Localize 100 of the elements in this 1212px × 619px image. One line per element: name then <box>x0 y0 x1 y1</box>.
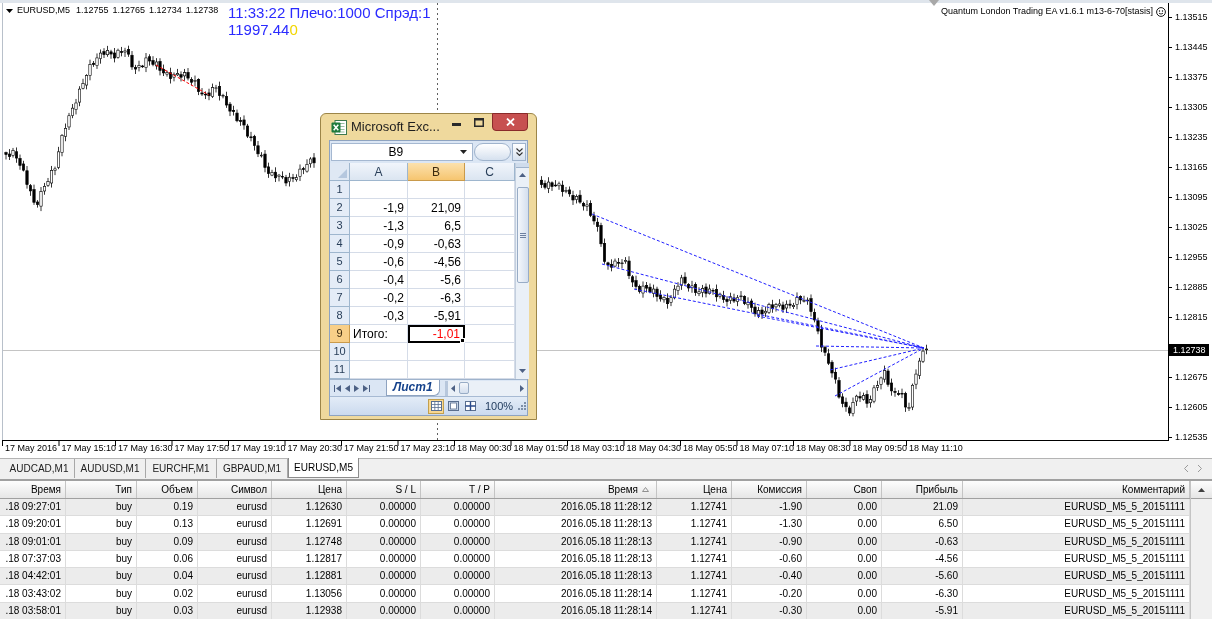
scroll-up-icon <box>1198 487 1205 492</box>
row-header[interactable]: 10 <box>330 343 350 361</box>
spreadsheet-cell[interactable]: -1,9 <box>350 199 408 217</box>
formula-field[interactable] <box>473 143 512 161</box>
page-break-view-button[interactable] <box>462 398 478 414</box>
row-header[interactable]: 4 <box>330 235 350 253</box>
column-header[interactable]: C <box>465 163 515 181</box>
sheet-tab[interactable]: Лист1 <box>386 379 440 396</box>
zoom-level[interactable]: 100% <box>485 399 514 413</box>
table-cell: 0.00000 <box>421 533 495 550</box>
scroll-up-button[interactable] <box>1191 481 1212 499</box>
spreadsheet-cell[interactable]: -6,3 <box>408 289 465 307</box>
page-layout-view-button[interactable] <box>445 398 461 414</box>
previous-sheet-icon[interactable] <box>345 384 350 392</box>
table-row[interactable]: .18 09:27:01 buy 0.19 eurusd 1.12630 0.00000 0.00000 2016.05.18 11:28:12 1.12741 -1.90 0.00 21.09 EURUSD_M5_5_20151111 <box>0 499 1190 517</box>
spreadsheet-cell[interactable]: -0,2 <box>350 289 408 307</box>
spreadsheet-cell[interactable] <box>350 181 408 199</box>
table-cell: 0.00000 <box>347 499 421 516</box>
column-header[interactable]: Объем <box>137 481 198 498</box>
fill-handle-icon[interactable] <box>460 338 465 343</box>
spreadsheet-cell[interactable]: -4,56 <box>408 253 465 271</box>
scroll-right-icon[interactable] <box>1198 465 1202 472</box>
table-cell: 1.12741 <box>657 585 732 602</box>
table-row[interactable]: .18 09:20:01 buy 0.13 eurusd 1.12691 0.00000 0.00000 2016.05.18 11:28:13 1.12741 -1.30 0.00 6.50 EURUSD_M5_5_20151111 <box>0 516 1190 534</box>
column-header[interactable]: Время <box>0 481 66 498</box>
table-row[interactable]: .18 03:43:02 buy 0.02 eurusd 1.13056 0.00000 0.00000 2016.05.18 11:28:14 1.12741 -0.20 0.00 -6.30 EURUSD_M5_5_20151111 <box>0 585 1190 603</box>
caret-icon[interactable] <box>6 8 13 13</box>
first-sheet-icon[interactable] <box>334 384 341 392</box>
vertical-scrollbar[interactable] <box>1190 481 1212 619</box>
spreadsheet-cell[interactable] <box>350 343 408 361</box>
spreadsheet-app-icon[interactable] <box>331 120 347 135</box>
scroll-up-icon[interactable] <box>519 173 526 177</box>
column-header[interactable]: Цена <box>657 481 732 498</box>
price-value: 1.12734 <box>149 5 182 16</box>
chart-tab[interactable]: EURUSD,M5 <box>288 458 359 478</box>
balance-text: 11997.44 <box>228 21 290 38</box>
table-cell: buy <box>66 568 137 585</box>
triangle-marker-icon[interactable] <box>929 0 939 6</box>
column-header[interactable]: S / L <box>347 481 421 498</box>
column-header[interactable]: T / P <box>421 481 495 498</box>
split-handle[interactable] <box>516 163 529 168</box>
smiley-icon[interactable] <box>1156 6 1166 17</box>
horizontal-scrollbar[interactable] <box>444 380 527 396</box>
spreadsheet-cell[interactable]: Итого: <box>350 325 408 343</box>
column-header[interactable]: Комиссия <box>732 481 807 498</box>
spreadsheet-cell[interactable]: -5,91 <box>408 307 465 325</box>
spreadsheet-cell[interactable]: -5,6 <box>408 271 465 289</box>
table-row[interactable]: .18 04:42:01 buy 0.04 eurusd 1.12881 0.00000 0.00000 2016.05.18 11:28:13 1.12741 -0.40 0.00 -5.60 EURUSD_M5_5_20151111 <box>0 568 1190 586</box>
row-header[interactable]: 6 <box>330 271 350 289</box>
spreadsheet-cell[interactable]: -1,01 <box>408 325 465 343</box>
caret-icon[interactable] <box>459 150 467 154</box>
spreadsheet-cell[interactable] <box>408 343 465 361</box>
column-header[interactable]: B <box>408 163 465 181</box>
time-label: 17 May 17:50 <box>174 443 230 454</box>
table-cell: 1.12741 <box>657 568 732 585</box>
column-header[interactable]: Время <box>495 481 657 498</box>
spreadsheet-cell[interactable]: -0,4 <box>350 271 408 289</box>
price-label: 1.13445 <box>1175 42 1208 53</box>
spreadsheet-cell[interactable]: -0,63 <box>408 235 465 253</box>
scroll-left-icon[interactable] <box>1184 465 1188 472</box>
row-header[interactable]: 7 <box>330 289 350 307</box>
vertical-scrollbar[interactable] <box>515 163 529 379</box>
row-header[interactable]: 8 <box>330 307 350 325</box>
normal-view-button[interactable] <box>428 398 444 414</box>
spreadsheet-cell[interactable]: -1,3 <box>350 217 408 235</box>
spreadsheet-cell[interactable]: -0,6 <box>350 253 408 271</box>
row-header[interactable]: 5 <box>330 253 350 271</box>
spreadsheet-cell[interactable]: -0,9 <box>350 235 408 253</box>
table-cell: buy <box>66 602 137 619</box>
next-sheet-icon[interactable] <box>354 384 359 392</box>
name-box[interactable]: B9 <box>331 143 473 161</box>
row-header[interactable]: 3 <box>330 217 350 235</box>
scroll-left-icon[interactable] <box>450 384 455 392</box>
scroll-down-icon[interactable] <box>519 369 526 373</box>
spreadsheet-cell[interactable]: 6,5 <box>408 217 465 235</box>
spreadsheet-cell[interactable] <box>408 181 465 199</box>
price-label: 1.13025 <box>1175 222 1208 233</box>
column-header[interactable]: Прибыль <box>882 481 963 498</box>
table-cell: 0.00 <box>807 585 882 602</box>
table-cell: -5.91 <box>882 602 963 619</box>
close-button[interactable] <box>492 113 528 131</box>
scrollbar-thumb[interactable] <box>516 187 529 283</box>
row-header[interactable]: 11 <box>330 361 350 379</box>
column-header[interactable]: Своп <box>807 481 882 498</box>
row-header[interactable]: 1 <box>330 181 350 199</box>
resize-grip-icon[interactable] <box>518 402 526 410</box>
spreadsheet-cell[interactable]: -0,3 <box>350 307 408 325</box>
double-chevron-down-icon <box>515 148 523 156</box>
column-header[interactable]: A <box>350 163 408 181</box>
select-all-button[interactable] <box>330 163 350 181</box>
column-header[interactable]: Символ <box>198 481 272 498</box>
row-header[interactable]: 9 <box>330 325 350 343</box>
expand-formula-button[interactable] <box>512 143 526 161</box>
column-header[interactable]: Тип <box>66 481 137 498</box>
spreadsheet-cell[interactable]: 21,09 <box>408 199 465 217</box>
scrollbar-thumb[interactable] <box>458 382 469 394</box>
last-sheet-icon[interactable] <box>363 384 370 392</box>
row-header[interactable]: 2 <box>330 199 350 217</box>
scroll-right-icon[interactable] <box>520 384 524 392</box>
column-header[interactable]: Цена <box>272 481 347 498</box>
